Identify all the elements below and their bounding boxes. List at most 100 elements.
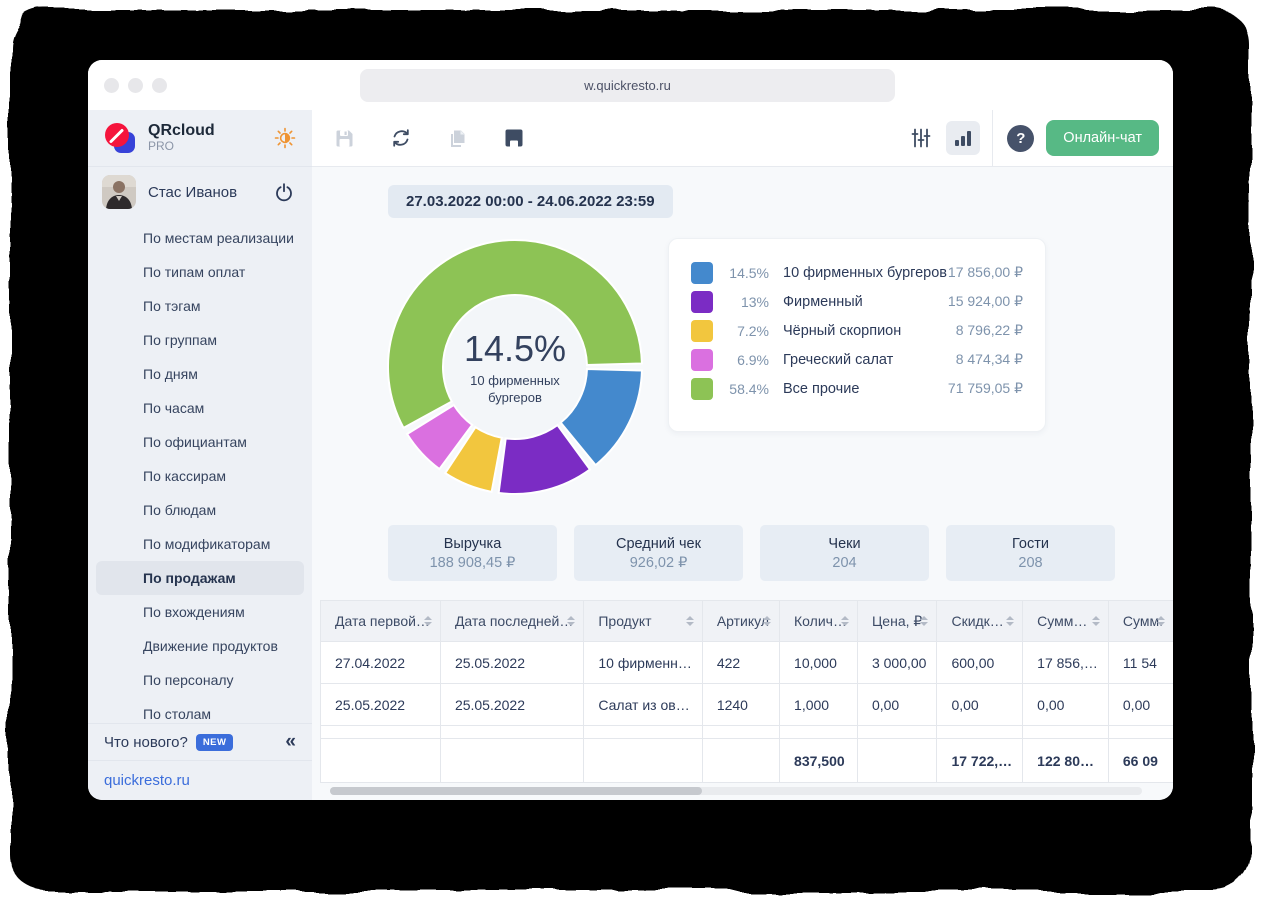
table-cell: 11 54 <box>1108 642 1173 684</box>
table-cell: 17 856,… <box>1023 642 1109 684</box>
table-cell: 422 <box>702 642 779 684</box>
chart-view-icon[interactable] <box>946 121 980 155</box>
column-header[interactable]: Скидк… <box>937 601 1023 642</box>
sidebar-item[interactable]: По продажам <box>96 561 304 595</box>
stat-card: Чеки204 <box>760 525 929 581</box>
table-cell <box>1108 726 1173 739</box>
filters-sliders-icon[interactable] <box>904 121 938 155</box>
table-cell <box>780 726 858 739</box>
legend-row: 13%Фирменный15 924,00 ₽ <box>691 287 1023 316</box>
sort-icon[interactable] <box>1157 616 1165 626</box>
donut-hole <box>444 296 586 438</box>
sidebar-item[interactable]: Движение продуктов <box>88 629 312 663</box>
table-cell <box>1023 726 1109 739</box>
sort-icon[interactable] <box>686 616 694 626</box>
sort-icon[interactable] <box>763 616 771 626</box>
main-area: ? Онлайн-чат 27.03.2022 00:00 - 24.06.20… <box>312 110 1173 800</box>
theme-toggle-sun-icon[interactable] <box>274 127 296 149</box>
sidebar-item[interactable]: По столам <box>88 697 312 723</box>
sidebar-item[interactable]: По тэгам <box>88 289 312 323</box>
stats-row: Выручка188 908,45 ₽Средний чек926,02 ₽Че… <box>388 525 1115 581</box>
sort-icon[interactable] <box>567 616 575 626</box>
toolbar: ? Онлайн-чат <box>312 110 1173 167</box>
quickresto-link[interactable]: quickresto.ru <box>104 772 190 789</box>
sort-icon[interactable] <box>1006 616 1014 626</box>
legend-swatch <box>691 320 713 342</box>
sidebar-item[interactable]: По блюдам <box>88 493 312 527</box>
table-cell <box>440 726 583 739</box>
sidebar: QRcloud PRO <box>88 110 312 800</box>
window-close-dot[interactable] <box>104 78 119 93</box>
qrcloud-logo-icon <box>102 120 138 156</box>
stat-value: 208 <box>1018 555 1042 571</box>
logout-power-icon[interactable] <box>274 182 294 202</box>
column-header[interactable]: Дата последней… <box>440 601 583 642</box>
export-tray-icon[interactable] <box>503 127 525 149</box>
legend-label: 10 фирменных бургеров <box>783 265 947 281</box>
table-cell: 0,00 <box>1108 684 1173 726</box>
refresh-icon[interactable] <box>390 127 412 149</box>
sidebar-item[interactable]: По персоналу <box>88 663 312 697</box>
legend-value: 8 796,22 ₽ <box>956 322 1023 339</box>
stat-card: Выручка188 908,45 ₽ <box>388 525 557 581</box>
legend-row: 6.9%Греческий салат8 474,34 ₽ <box>691 345 1023 374</box>
legend-percent: 7.2% <box>713 323 769 339</box>
scrollbar-thumb[interactable] <box>330 787 702 795</box>
table-cell: 10,000 <box>780 642 858 684</box>
brand-plan: PRO <box>148 140 215 154</box>
donut-chart: 14.5% 10 фирменных бургеров <box>386 238 644 496</box>
whats-new-label: Что нового? <box>104 734 188 751</box>
address-bar[interactable]: w.quickresto.ru <box>360 69 895 102</box>
table-cell: 3 000,00 <box>857 642 937 684</box>
column-header[interactable]: Сумм. <box>1108 601 1173 642</box>
sort-icon[interactable] <box>1092 616 1100 626</box>
table-cell: 25.05.2022 <box>321 684 441 726</box>
collapse-sidebar-icon[interactable]: « <box>285 731 296 753</box>
table-cell <box>857 739 937 783</box>
legend-label: Греческий салат <box>783 352 893 368</box>
sidebar-item[interactable]: По вхождениям <box>88 595 312 629</box>
sidebar-item[interactable]: По дням <box>88 357 312 391</box>
online-chat-button[interactable]: Онлайн-чат <box>1046 120 1159 156</box>
chart-legend: 14.5%10 фирменных бургеров17 856,00 ₽13%… <box>668 238 1046 432</box>
table-cell: Салат из ов… <box>584 684 702 726</box>
column-header[interactable]: Артикул <box>702 601 779 642</box>
legend-percent: 58.4% <box>713 381 769 397</box>
copy-icon[interactable] <box>447 128 468 149</box>
sidebar-item[interactable]: По кассирам <box>88 459 312 493</box>
window-controls <box>104 78 167 93</box>
sort-icon[interactable] <box>424 616 432 626</box>
whats-new-row[interactable]: Что нового? NEW « <box>88 723 312 760</box>
column-header[interactable]: Продукт <box>584 601 702 642</box>
stat-card: Гости 208 <box>946 525 1115 581</box>
table-cell <box>702 726 779 739</box>
horizontal-scrollbar[interactable] <box>330 787 1142 795</box>
column-header[interactable]: Колич… <box>780 601 858 642</box>
window-zoom-dot[interactable] <box>152 78 167 93</box>
window-minimize-dot[interactable] <box>128 78 143 93</box>
sidebar-item[interactable]: По часам <box>88 391 312 425</box>
sidebar-item[interactable]: По типам оплат <box>88 255 312 289</box>
sort-icon[interactable] <box>920 616 928 626</box>
sidebar-item[interactable]: По официантам <box>88 425 312 459</box>
stat-title: Средний чек <box>616 536 701 552</box>
sort-icon[interactable] <box>841 616 849 626</box>
legend-label: Чёрный скорпион <box>783 323 901 339</box>
date-range-filter[interactable]: 27.03.2022 00:00 - 24.06.2022 23:59 <box>388 185 673 218</box>
user-avatar[interactable] <box>102 175 136 209</box>
save-icon[interactable] <box>334 128 355 149</box>
legend-row: 58.4%Все прочие71 759,05 ₽ <box>691 374 1023 403</box>
sidebar-item[interactable]: По местам реализации <box>88 221 312 255</box>
table-cell <box>702 739 779 783</box>
column-header[interactable]: Цена, ₽ <box>857 601 937 642</box>
help-icon[interactable]: ? <box>1007 125 1034 152</box>
sidebar-item[interactable]: По группам <box>88 323 312 357</box>
stat-title: Чеки <box>828 536 860 552</box>
table-totals-row: 837,50017 722,…122 80…66 09 <box>321 739 1174 783</box>
stat-title: Гости <box>1012 536 1049 552</box>
column-header[interactable]: Дата первой… <box>321 601 441 642</box>
column-header[interactable]: Сумм… <box>1023 601 1109 642</box>
brand-row: QRcloud PRO <box>88 110 312 167</box>
table-cell: 17 722,… <box>937 739 1023 783</box>
sidebar-item[interactable]: По модификаторам <box>88 527 312 561</box>
